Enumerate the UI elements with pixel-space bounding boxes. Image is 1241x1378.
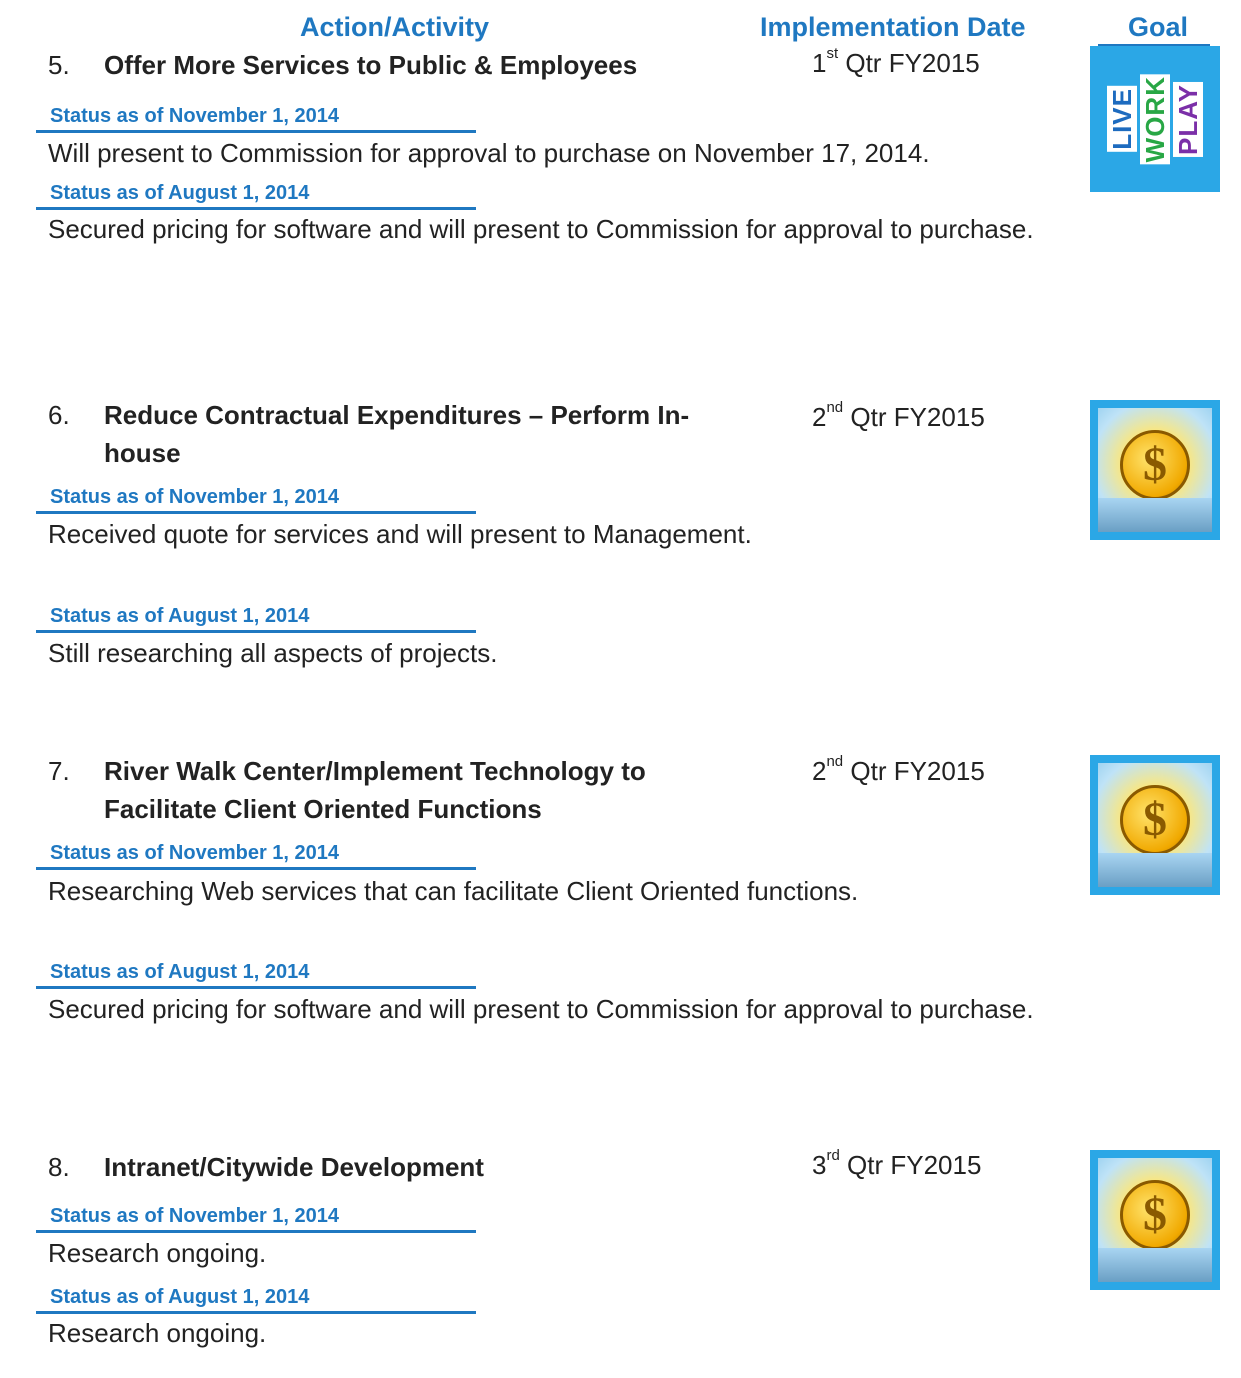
status-label: Status as of August 1, 2014 [36,602,476,633]
item-number: 5. [48,50,70,80]
status-text: Researching Web services that can facili… [48,876,859,906]
status-text: Research ongoing. [48,1318,267,1348]
status-text: Secured pricing for software and will pr… [48,994,1034,1024]
status-label: Status as of August 1, 2014 [36,179,476,210]
item-title-text: Reduce Contractual Expenditures – Perfor… [104,400,690,468]
item-7-implementation-date: 2nd Qtr FY2015 [812,753,985,786]
item-6-implementation-date: 2nd Qtr FY2015 [812,399,985,432]
status-label: Status as of August 1, 2014 [36,1283,476,1314]
header-goal: Goal [1128,12,1189,42]
status-label: Status as of November 1, 2014 [36,1202,476,1233]
header-implementation-date: Implementation Date [760,12,1026,42]
item-number: 7. [48,756,70,786]
item-number: 6. [48,400,70,430]
item-8-implementation-date: 3rd Qtr FY2015 [812,1147,982,1180]
item-title-text: Intranet/Citywide Development [104,1152,484,1182]
economic-sun-coin-icon: $ [1090,1150,1220,1290]
live-work-play-icon: LIVE WORK PLAY [1090,46,1220,192]
status-label: Status as of November 1, 2014 [36,483,476,514]
economic-sun-coin-icon: $ [1090,755,1220,895]
status-text: Research ongoing. [48,1238,267,1268]
item-5-implementation-date: 1st Qtr FY2015 [812,45,980,78]
item-5-title: 5. Offer More Services to Public & Employ… [48,46,637,84]
item-title-text: River Walk Center/Implement Technology t… [104,756,646,824]
status-text: Secured pricing for software and will pr… [48,214,1034,244]
status-text: Will present to Commission for approval … [48,138,930,168]
live-word: LIVE [1107,86,1137,152]
status-label: Status as of November 1, 2014 [36,102,476,133]
status-label: Status as of August 1, 2014 [36,958,476,989]
item-8-title: 8. Intranet/Citywide Development [48,1148,484,1186]
header-action-activity: Action/Activity [300,12,490,42]
economic-sun-coin-icon: $ [1090,400,1220,540]
status-text: Still researching all aspects of project… [48,638,498,668]
item-number: 8. [48,1152,70,1182]
status-label: Status as of November 1, 2014 [36,839,476,870]
item-7-title: 7. River Walk Center/Implement Technology… [48,752,748,828]
play-word: PLAY [1173,81,1203,157]
work-word: WORK [1140,73,1170,165]
item-title-text: Offer More Services to Public & Employee… [104,50,638,80]
item-6-title: 6. Reduce Contractual Expenditures – Perf… [48,396,748,472]
status-text: Received quote for services and will pre… [48,519,752,549]
